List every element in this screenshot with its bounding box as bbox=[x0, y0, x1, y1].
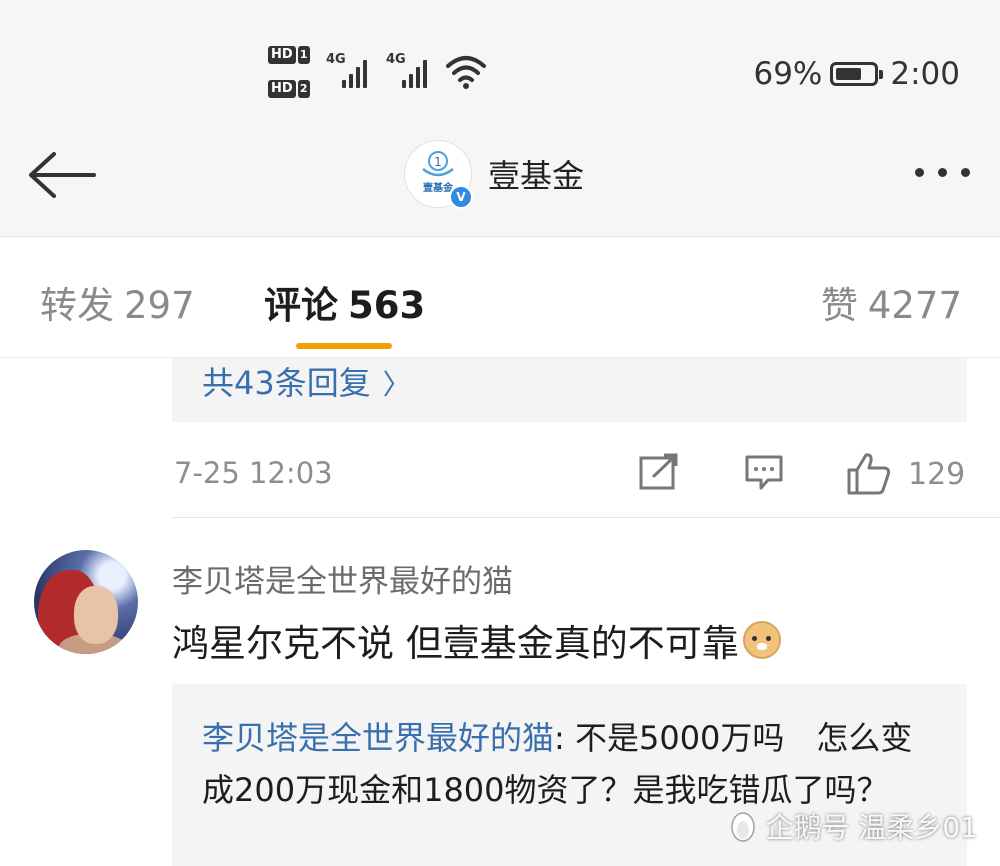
reply-username[interactable]: 李贝塔是全世界最好的猫 bbox=[202, 719, 554, 757]
battery-percent: 69% bbox=[753, 56, 823, 92]
commenter-username[interactable]: 李贝塔是全世界最好的猫 bbox=[172, 556, 513, 601]
replies-count-label: 共43条回复 bbox=[202, 364, 371, 402]
tab-count: 4277 bbox=[867, 284, 962, 327]
penguin-logo-icon bbox=[731, 812, 756, 842]
more-options-icon[interactable] bbox=[915, 168, 970, 177]
share-icon[interactable] bbox=[638, 452, 680, 492]
like-count: 129 bbox=[908, 456, 966, 492]
comment-icon[interactable] bbox=[744, 452, 784, 492]
svg-text:1: 1 bbox=[434, 155, 442, 169]
comment-meta-row: 7-25 12:03 129 bbox=[172, 452, 967, 496]
hd-badge: HD bbox=[268, 46, 296, 64]
reply-text-block: 李贝塔是全世界最好的猫: 不是5000万吗 怎么变成200万现金和1800物资了… bbox=[202, 712, 942, 816]
tab-bar: 转发 297 评论 563 赞 4277 bbox=[0, 237, 1000, 358]
tab-label: 评论 bbox=[264, 284, 338, 327]
wifi-icon bbox=[446, 56, 486, 89]
watermark: 企鹅号 温柔乡01 bbox=[729, 806, 978, 846]
status-bar: HD 1 HD 2 4G 4G 69% 2:00 bbox=[0, 0, 1000, 130]
comment-text: 鸿星尔克不说 但壹基金真的不可靠 bbox=[172, 622, 739, 665]
tab-count: 563 bbox=[348, 284, 426, 327]
thumbs-up-icon bbox=[847, 453, 891, 495]
tab-label: 赞 bbox=[820, 284, 858, 327]
view-all-replies-link[interactable]: 共43条回复〉 bbox=[202, 358, 411, 404]
previous-reply-box: 共43条回复〉 bbox=[172, 358, 967, 422]
active-tab-indicator bbox=[296, 343, 392, 349]
clock: 2:00 bbox=[890, 56, 960, 92]
verified-badge-icon: V bbox=[449, 185, 473, 209]
top-bar: HD 1 HD 2 4G 4G 69% 2:00 1 壹基金 V 壹基金 bbox=[0, 0, 1000, 237]
nav-bar: 1 壹基金 V 壹基金 bbox=[0, 130, 1000, 236]
status-right: 69% 2:00 bbox=[753, 56, 960, 92]
hd-badge: HD bbox=[268, 80, 296, 98]
comment-timestamp: 7-25 12:03 bbox=[174, 456, 333, 490]
chevron-right-icon: 〉 bbox=[382, 368, 411, 401]
tab-repost[interactable]: 转发 297 bbox=[40, 275, 195, 329]
battery-icon bbox=[830, 62, 884, 86]
tab-label: 转发 bbox=[40, 284, 114, 327]
doge-emoji-icon bbox=[742, 621, 781, 659]
charity-logo-icon: 1 bbox=[422, 151, 454, 177]
tab-comment[interactable]: 评论 563 bbox=[264, 275, 425, 329]
tab-likes[interactable]: 赞 4277 bbox=[821, 275, 962, 329]
sim-indicators: HD 1 HD 2 bbox=[268, 46, 318, 102]
account-name[interactable]: 壹基金 bbox=[488, 151, 584, 197]
sim-number: 1 bbox=[297, 46, 310, 64]
tab-count: 297 bbox=[124, 284, 195, 327]
commenter-avatar[interactable] bbox=[34, 550, 138, 654]
sim2-indicator: HD 2 bbox=[268, 80, 310, 98]
back-arrow-icon[interactable] bbox=[26, 150, 98, 200]
watermark-text: 企鹅号 温柔乡01 bbox=[765, 811, 978, 844]
sim-number: 2 bbox=[297, 80, 310, 98]
like-button[interactable]: 129 bbox=[846, 452, 965, 496]
account-header[interactable]: 1 壹基金 V 壹基金 bbox=[404, 140, 584, 209]
comment-text-row: 鸿星尔克不说 但壹基金真的不可靠 bbox=[172, 613, 781, 667]
sim1-indicator: HD 1 bbox=[268, 46, 310, 64]
account-avatar[interactable]: 1 壹基金 V bbox=[404, 140, 473, 209]
divider bbox=[172, 517, 1000, 518]
